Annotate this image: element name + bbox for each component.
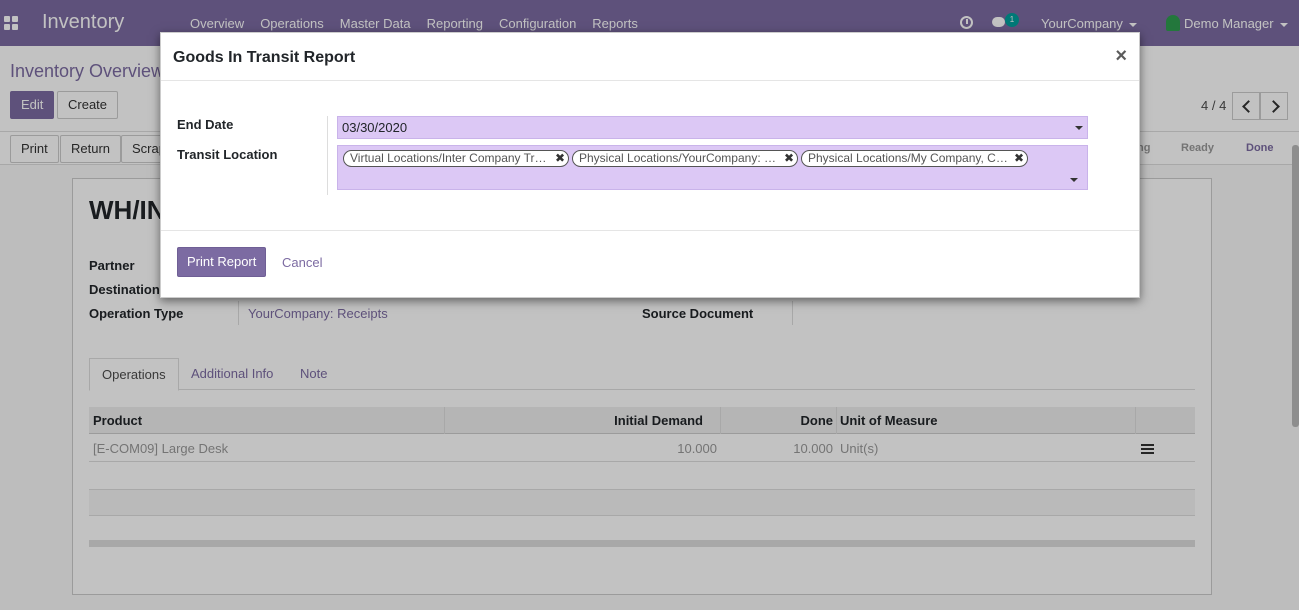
dialog-header: Goods In Transit Report × xyxy=(161,33,1139,81)
transit-location-field[interactable]: Virtual Locations/Inter Company Tr… ✖ Ph… xyxy=(337,145,1088,190)
location-tag: Physical Locations/My Company, C… ✖ xyxy=(801,150,1028,167)
end-date-label: End Date xyxy=(177,117,234,132)
print-report-button[interactable]: Print Report xyxy=(177,247,267,277)
goods-in-transit-dialog: Goods In Transit Report × End Date Trans… xyxy=(160,32,1140,298)
location-tag-label: Physical Locations/My Company, C… xyxy=(808,151,1008,165)
location-tag-label: Physical Locations/YourCompany: … xyxy=(579,151,776,165)
field-separator xyxy=(327,116,328,195)
chevron-down-icon[interactable] xyxy=(1075,126,1083,130)
end-date-field[interactable]: 03/30/2020 xyxy=(337,116,1088,139)
remove-tag-icon[interactable]: ✖ xyxy=(1014,151,1024,166)
transit-location-label: Transit Location xyxy=(177,147,278,162)
remove-tag-icon[interactable]: ✖ xyxy=(784,151,794,166)
location-tag: Virtual Locations/Inter Company Tr… ✖ xyxy=(343,150,569,167)
dialog-title: Goods In Transit Report xyxy=(173,49,356,66)
remove-tag-icon[interactable]: ✖ xyxy=(555,151,565,166)
cancel-button[interactable]: Cancel xyxy=(282,255,322,270)
dialog-body: End Date Transit Location 03/30/2020 Vir… xyxy=(161,81,1139,230)
location-tag-label: Virtual Locations/Inter Company Tr… xyxy=(350,151,547,165)
dialog-footer: Print Report Cancel xyxy=(161,230,1139,297)
location-tag: Physical Locations/YourCompany: … ✖ xyxy=(572,150,798,167)
close-icon[interactable]: × xyxy=(1115,45,1127,68)
chevron-down-icon[interactable] xyxy=(1070,178,1078,182)
